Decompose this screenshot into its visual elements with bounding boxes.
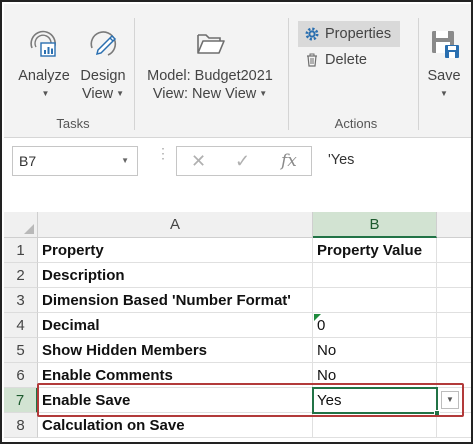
row-header[interactable]: 7 xyxy=(4,388,38,413)
drag-handle-icon[interactable]: ⋮ xyxy=(156,146,170,172)
name-box-value: B7 xyxy=(19,153,37,169)
analyze-icon xyxy=(30,30,56,57)
name-box[interactable]: B7 ▼ xyxy=(12,146,138,176)
error-indicator-icon[interactable] xyxy=(314,314,321,321)
formula-buttons: ✕ ✓ fx xyxy=(176,146,312,176)
row-header[interactable]: 6 xyxy=(4,363,38,388)
cell-empty[interactable] xyxy=(437,288,471,313)
chevron-down-icon: ▼ xyxy=(116,89,125,99)
model-label: Model: Budget2021 xyxy=(147,68,273,84)
design-view-label-line2: View xyxy=(81,86,114,102)
column-header-c[interactable] xyxy=(437,212,471,238)
cell-empty[interactable] xyxy=(437,338,471,363)
column-header-b[interactable]: B xyxy=(313,212,437,238)
folder-open-icon xyxy=(197,34,225,54)
save-icon xyxy=(432,31,459,58)
ribbon-divider xyxy=(288,18,289,130)
gear-icon xyxy=(305,27,319,41)
enter-icon[interactable]: ✓ xyxy=(235,151,250,172)
properties-label: Properties xyxy=(325,26,392,42)
row-header[interactable]: 2 xyxy=(4,263,38,288)
window-frame: Analyze ▼ Design View ▼ Tasks Model: Budg… xyxy=(0,0,473,444)
cell-property-name[interactable]: Description xyxy=(38,263,313,288)
formula-bar: B7 ▼ ⋮ ✕ ✓ fx 'Yes xyxy=(4,138,471,202)
cell-property-value[interactable] xyxy=(313,288,437,313)
spreadsheet-grid: A B 1 Property Property Value 2 Description 3… xyxy=(4,212,471,442)
cell-property-name[interactable]: Show Hidden Members xyxy=(38,338,313,363)
ribbon: Analyze ▼ Design View ▼ Tasks Model: Budg… xyxy=(4,4,471,138)
cell-property-value[interactable]: No xyxy=(313,338,437,363)
chevron-down-icon: ▼ xyxy=(259,89,268,99)
design-view-label-line1: Design xyxy=(80,68,126,84)
design-view-button[interactable]: Design View ▼ xyxy=(72,26,134,103)
cell-property-value[interactable] xyxy=(313,263,437,288)
formula-input[interactable]: 'Yes xyxy=(320,146,471,176)
cell-empty[interactable] xyxy=(437,263,471,288)
delete-button[interactable]: Delete xyxy=(298,47,400,73)
cell-property-value[interactable]: 0 xyxy=(313,313,437,338)
row-header[interactable]: 3 xyxy=(4,288,38,313)
properties-button[interactable]: Properties xyxy=(298,21,400,47)
row-header[interactable]: 1 xyxy=(4,238,38,263)
delete-label: Delete xyxy=(325,52,367,68)
analyze-button[interactable]: Analyze ▼ xyxy=(12,26,76,103)
ribbon-divider xyxy=(418,18,419,130)
row-header[interactable]: 8 xyxy=(4,413,38,438)
column-header-a[interactable]: A xyxy=(38,212,313,238)
cell-empty[interactable] xyxy=(437,238,471,263)
chevron-down-icon: ▼ xyxy=(41,89,50,99)
cell-empty[interactable] xyxy=(437,313,471,338)
row-header[interactable]: 5 xyxy=(4,338,38,363)
design-view-icon xyxy=(90,31,117,56)
tasks-group-label: Tasks xyxy=(56,116,90,131)
save-button[interactable]: Save ▼ xyxy=(422,26,466,103)
model-view-button[interactable]: Model: Budget2021 View: New View ▼ xyxy=(142,26,278,103)
view-label: View: New View xyxy=(152,86,257,102)
cell-property-value[interactable]: Property Value xyxy=(313,238,437,263)
save-label: Save xyxy=(427,68,461,84)
select-all-button[interactable] xyxy=(4,212,38,238)
insert-function-icon[interactable]: fx xyxy=(281,151,297,171)
ribbon-divider xyxy=(134,18,135,130)
cell-property-name[interactable]: Property xyxy=(38,238,313,263)
analyze-label: Analyze xyxy=(18,68,70,84)
trash-icon xyxy=(307,53,317,67)
cell-property-name[interactable]: Dimension Based 'Number Format' xyxy=(38,288,313,313)
chevron-down-icon[interactable]: ▼ xyxy=(121,156,129,165)
row-header[interactable]: 4 xyxy=(4,313,38,338)
cell-property-name[interactable]: Decimal xyxy=(38,313,313,338)
chevron-down-icon: ▼ xyxy=(440,89,448,99)
actions-group-label: Actions xyxy=(334,116,378,131)
cancel-icon[interactable]: ✕ xyxy=(191,151,206,172)
highlight-box xyxy=(37,383,464,417)
